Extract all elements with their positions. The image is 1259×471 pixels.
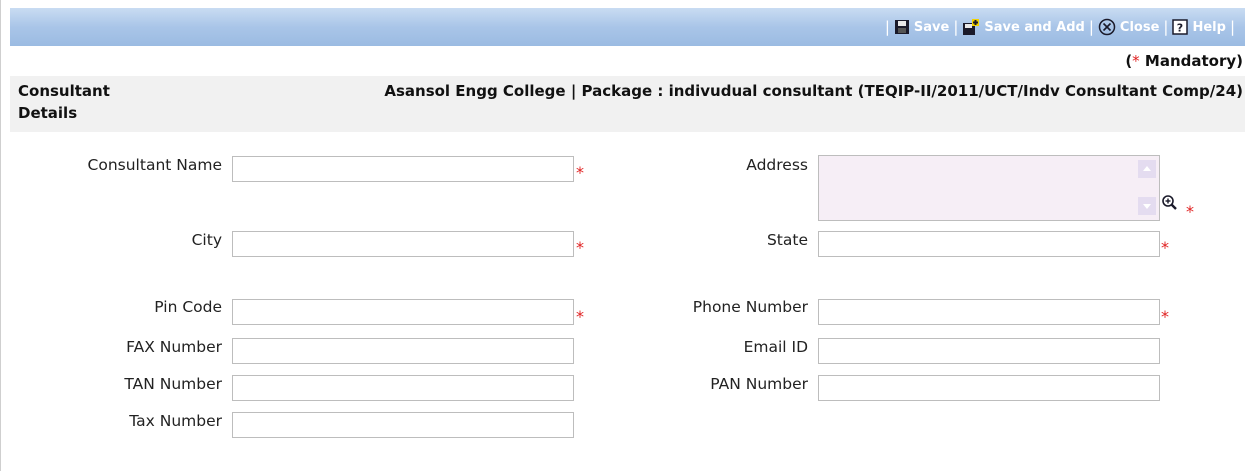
- save-and-add-icon: [963, 19, 980, 35]
- scroll-up-icon[interactable]: [1138, 160, 1156, 178]
- toolbar-actions: | Save | Save and Add | Close | ? Help |: [881, 8, 1239, 46]
- close-button[interactable]: Close: [1098, 18, 1159, 36]
- toolbar-separator: |: [884, 18, 890, 36]
- mandatory-label: Mandatory): [1144, 52, 1243, 70]
- section-title: Consultant Details: [18, 82, 110, 122]
- pin-code-label: Pin Code: [154, 298, 222, 316]
- save-label: Save: [913, 19, 950, 35]
- email-id-label: Email ID: [743, 338, 808, 356]
- tan-number-input[interactable]: [232, 375, 574, 401]
- required-marker: *: [1186, 202, 1194, 221]
- help-label: Help: [1192, 19, 1226, 35]
- address-label: Address: [746, 156, 808, 174]
- toolbar-separator: |: [953, 18, 959, 36]
- package-info: Asansol Engg College | Package : indivud…: [384, 82, 1243, 100]
- city-input[interactable]: [232, 231, 574, 257]
- toolbar: | Save | Save and Add | Close | ? Help |: [10, 8, 1245, 46]
- required-marker: *: [1161, 238, 1169, 257]
- phone-number-label: Phone Number: [692, 298, 808, 316]
- close-icon: [1098, 18, 1116, 36]
- required-marker: *: [576, 307, 584, 326]
- required-marker: *: [576, 163, 584, 182]
- tax-number-label: Tax Number: [129, 412, 222, 430]
- save-icon: [894, 20, 909, 34]
- scroll-down-icon[interactable]: [1138, 197, 1156, 215]
- required-marker: *: [576, 238, 584, 257]
- help-icon: ?: [1172, 19, 1189, 35]
- state-label: State: [766, 231, 808, 249]
- required-marker: *: [1161, 307, 1169, 326]
- consultant-name-label: Consultant Name: [87, 156, 222, 174]
- pan-number-label: PAN Number: [710, 375, 808, 393]
- fax-number-input[interactable]: [232, 338, 574, 364]
- save-and-add-label: Save and Add: [984, 19, 1085, 35]
- toolbar-separator: |: [1229, 18, 1235, 36]
- close-label: Close: [1119, 19, 1160, 35]
- address-textarea[interactable]: [818, 155, 1160, 221]
- tax-number-input[interactable]: [232, 412, 574, 438]
- toolbar-separator: |: [1163, 18, 1169, 36]
- mandatory-note: (* Mandatory): [1125, 52, 1243, 70]
- consultant-name-input[interactable]: [232, 156, 574, 182]
- save-button[interactable]: Save: [894, 19, 949, 35]
- pin-code-input[interactable]: [232, 299, 574, 325]
- pan-number-input[interactable]: [818, 375, 1160, 401]
- phone-number-input[interactable]: [818, 299, 1160, 325]
- svg-text:?: ?: [1177, 22, 1183, 35]
- fax-number-label: FAX Number: [126, 338, 222, 356]
- city-label: City: [191, 231, 222, 249]
- state-input[interactable]: [818, 231, 1160, 257]
- help-button[interactable]: ? Help: [1172, 19, 1226, 35]
- email-id-input[interactable]: [818, 338, 1160, 364]
- zoom-icon[interactable]: [1161, 194, 1181, 212]
- tan-number-label: TAN Number: [124, 375, 222, 393]
- save-and-add-button[interactable]: Save and Add: [962, 18, 1085, 36]
- mandatory-star: *: [1132, 52, 1140, 70]
- toolbar-separator: |: [1088, 18, 1094, 36]
